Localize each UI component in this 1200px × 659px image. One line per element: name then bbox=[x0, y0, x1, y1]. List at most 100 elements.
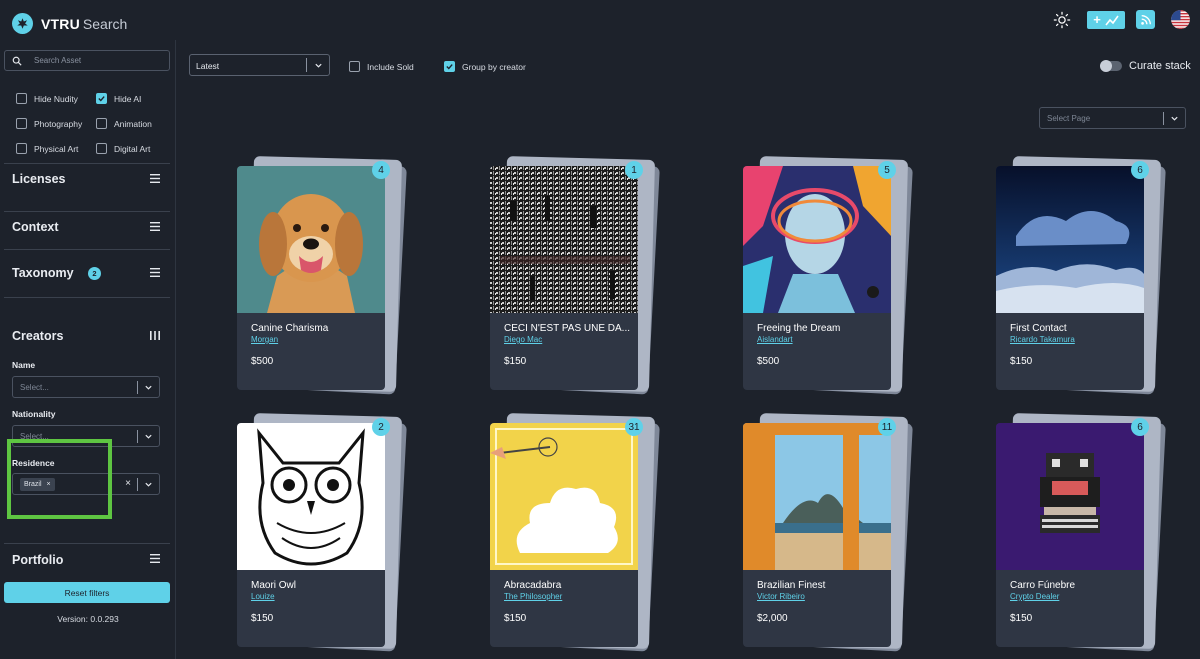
asset-card[interactable]: Abracadabra The Philosopher $150 31 bbox=[490, 413, 660, 659]
card-artist-link[interactable]: Louize bbox=[251, 592, 275, 601]
card-title[interactable]: Canine Charisma bbox=[251, 323, 377, 334]
card-title[interactable]: Freeing the Dream bbox=[757, 323, 883, 334]
include-sold-toggle[interactable]: Include Sold bbox=[349, 61, 414, 72]
chevron-down-icon[interactable] bbox=[144, 383, 153, 392]
filter-photography[interactable]: Photography bbox=[16, 118, 96, 129]
residence-highlight-box bbox=[7, 439, 112, 519]
artwork-rio-beach-frame[interactable] bbox=[743, 423, 891, 570]
rss-icon bbox=[1140, 14, 1151, 25]
artwork-colorful-face[interactable] bbox=[743, 166, 891, 313]
stack-count-badge: 4 bbox=[372, 161, 390, 179]
check-icon bbox=[98, 96, 105, 102]
filter-hide-nudity[interactable]: Hide Nudity bbox=[16, 93, 96, 104]
checkbox[interactable] bbox=[96, 118, 107, 129]
card-artist-link[interactable]: Morgan bbox=[251, 335, 278, 344]
sun-icon[interactable] bbox=[1053, 11, 1071, 29]
nationality-label: Nationality bbox=[12, 409, 56, 419]
checkbox[interactable] bbox=[16, 118, 27, 129]
chevron-down-icon[interactable] bbox=[144, 480, 153, 489]
checkbox[interactable] bbox=[444, 61, 455, 72]
chevron-down-icon[interactable] bbox=[144, 432, 153, 441]
card-artist-link[interactable]: Ricardo Takamura bbox=[1010, 335, 1075, 344]
artwork-golden-retriever[interactable] bbox=[237, 166, 385, 313]
card-title[interactable]: CECI N'EST PAS UNE DA... bbox=[504, 323, 630, 334]
group-by-creator-toggle[interactable]: Group by creator bbox=[444, 61, 526, 72]
menu-icon[interactable] bbox=[150, 268, 160, 277]
chevron-down-icon[interactable] bbox=[1170, 114, 1179, 123]
card-title[interactable]: Carro Fúnebre bbox=[1010, 580, 1136, 591]
section-taxonomy[interactable]: Taxonomy 2 bbox=[4, 249, 170, 297]
asset-card[interactable]: Canine Charisma Morgan $500 4 bbox=[237, 156, 407, 406]
stack-count-badge: 6 bbox=[1131, 161, 1149, 179]
top-bar: VTRU Search + bbox=[0, 0, 1200, 40]
quick-filters: Hide Nudity Hide AI Photography Animatio… bbox=[16, 86, 176, 161]
section-title: Licenses bbox=[12, 172, 66, 186]
card-artist-link[interactable]: Diego Mac bbox=[504, 335, 542, 344]
brand[interactable]: VTRU Search bbox=[12, 13, 127, 34]
taxonomy-count-badge: 2 bbox=[88, 267, 101, 280]
card-title[interactable]: Maori Owl bbox=[251, 580, 377, 591]
asset-card[interactable]: First Contact Ricardo Takamura $150 6 bbox=[996, 156, 1166, 406]
page-select[interactable]: Select Page bbox=[1039, 107, 1186, 129]
artwork-pixel-hearse[interactable] bbox=[996, 423, 1144, 570]
reset-filters-button[interactable]: Reset filters bbox=[4, 582, 170, 603]
card-artist-link[interactable]: Victor Ribeiro bbox=[757, 592, 805, 601]
sort-select[interactable]: Latest bbox=[189, 54, 330, 76]
sidebar: Hide Nudity Hide AI Photography Animatio… bbox=[0, 40, 176, 659]
section-title: Context bbox=[12, 220, 59, 234]
card-price: $500 bbox=[757, 356, 780, 367]
name-select[interactable]: Select... bbox=[12, 376, 160, 398]
artwork-glitch-text[interactable] bbox=[490, 166, 638, 313]
section-licenses[interactable]: Licenses bbox=[4, 163, 170, 211]
menu-icon[interactable] bbox=[150, 174, 160, 183]
stack-count-badge: 1 bbox=[625, 161, 643, 179]
filter-hide-ai[interactable]: Hide AI bbox=[96, 93, 176, 104]
card-price: $150 bbox=[504, 356, 527, 367]
section-title: Taxonomy bbox=[12, 266, 74, 280]
menu-icon[interactable] bbox=[150, 554, 160, 563]
checkbox[interactable] bbox=[96, 93, 107, 104]
card-price: $150 bbox=[1010, 613, 1033, 624]
curate-toggle[interactable] bbox=[1100, 60, 1122, 72]
asset-card[interactable]: Freeing the Dream Aislandart $500 5 bbox=[743, 156, 913, 406]
checkbox[interactable] bbox=[349, 61, 360, 72]
search-input[interactable] bbox=[34, 56, 164, 65]
group-by-creator-label: Group by creator bbox=[462, 61, 526, 72]
brand-subtitle: Search bbox=[82, 15, 128, 32]
artwork-abracadabra-cloud[interactable] bbox=[490, 423, 638, 570]
filter-physical-art[interactable]: Physical Art bbox=[16, 143, 96, 154]
card-title[interactable]: Brazilian Finest bbox=[757, 580, 883, 591]
card-artist-link[interactable]: Aislandart bbox=[757, 335, 793, 344]
rss-button[interactable] bbox=[1136, 10, 1155, 29]
filter-label: Physical Art bbox=[34, 143, 79, 154]
asset-card[interactable]: Carro Fúnebre Crypto Dealer $150 6 bbox=[996, 413, 1166, 659]
checkbox[interactable] bbox=[96, 143, 107, 154]
artwork-maori-owl[interactable] bbox=[237, 423, 385, 570]
filter-digital-art[interactable]: Digital Art bbox=[96, 143, 176, 154]
curate-stack[interactable]: Curate stack bbox=[1100, 60, 1191, 72]
checkbox[interactable] bbox=[16, 143, 27, 154]
card-title[interactable]: First Contact bbox=[1010, 323, 1136, 334]
stack-count-badge: 5 bbox=[878, 161, 896, 179]
card-artist-link[interactable]: The Philosopher bbox=[504, 592, 562, 601]
checkbox[interactable] bbox=[16, 93, 27, 104]
columns-icon[interactable] bbox=[150, 331, 160, 340]
search-box[interactable] bbox=[4, 50, 170, 71]
filter-animation[interactable]: Animation bbox=[96, 118, 176, 129]
check-icon bbox=[446, 64, 453, 70]
filter-label: Photography bbox=[34, 118, 83, 129]
menu-icon[interactable] bbox=[150, 222, 160, 231]
section-context[interactable]: Context bbox=[4, 211, 170, 249]
us-flag-icon[interactable] bbox=[1171, 10, 1190, 29]
clear-icon[interactable]: × bbox=[125, 478, 131, 489]
card-artist-link[interactable]: Crypto Dealer bbox=[1010, 592, 1059, 601]
add-collection-button[interactable]: + bbox=[1087, 10, 1125, 29]
chevron-down-icon[interactable] bbox=[314, 61, 323, 70]
asset-card[interactable]: Brazilian Finest Victor Ribeiro $2,000 1… bbox=[743, 413, 913, 659]
artwork-clouds-sky[interactable] bbox=[996, 166, 1144, 313]
asset-card[interactable]: CECI N'EST PAS UNE DA... Diego Mac $150 … bbox=[490, 156, 660, 406]
asset-card[interactable]: Maori Owl Louize $150 2 bbox=[237, 413, 407, 659]
card-title[interactable]: Abracadabra bbox=[504, 580, 630, 591]
filter-label: Animation bbox=[114, 118, 152, 129]
section-portfolio[interactable]: Portfolio bbox=[4, 543, 170, 579]
